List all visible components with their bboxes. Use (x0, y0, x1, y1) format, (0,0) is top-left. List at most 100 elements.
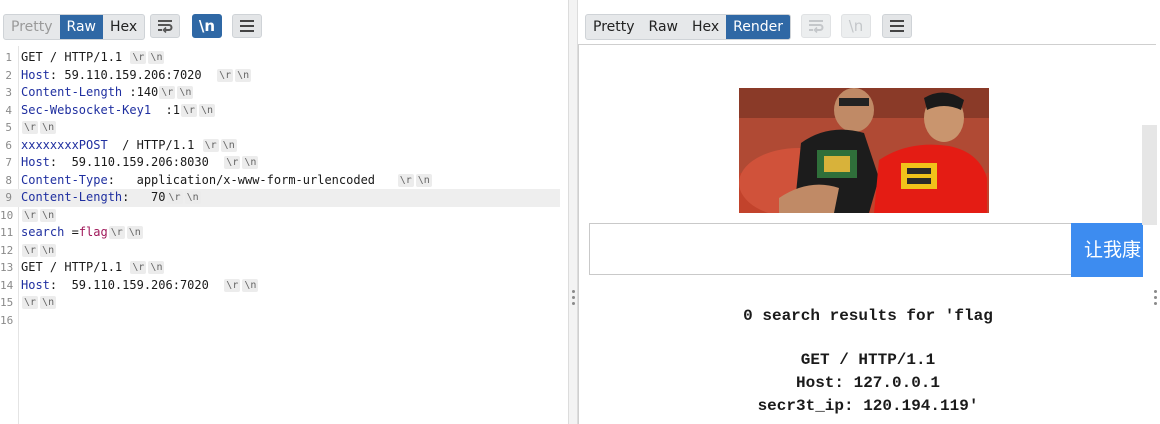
wrap-lines-button[interactable] (801, 14, 831, 38)
line-number: 16 (0, 313, 14, 327)
line-number: 14 (0, 278, 14, 292)
menu-button[interactable] (882, 14, 912, 38)
line-number: 3 (5, 86, 12, 99)
editor-line[interactable]: 10 \r \n (0, 207, 560, 225)
splitter-grip-icon (572, 290, 575, 308)
newline-marker: \n (126, 226, 143, 239)
line-text: \r \n (21, 207, 57, 225)
tab-pretty[interactable]: Pretty (586, 15, 642, 39)
tab-hex[interactable]: Hex (103, 15, 144, 39)
newline-icon: \n (198, 17, 216, 35)
newline-marker: \r (202, 138, 219, 152)
request-toolbar: Pretty Raw Hex \n (0, 0, 568, 48)
line-text: Sec-Websocket-Key1 :1 \r \n (21, 102, 216, 117)
line-number: 15 (0, 296, 14, 309)
editor-line[interactable]: 16 (0, 312, 560, 330)
newline-marker: \n (40, 121, 57, 134)
editor-line[interactable]: 13 GET / HTTP/1.1 \r \n (0, 259, 560, 277)
editor-line[interactable]: 2 Host: 59.110.159.206:7020 \r \n (0, 67, 560, 85)
response-view-tabs: Pretty Raw Hex Render (585, 14, 792, 40)
pane-splitter[interactable] (568, 0, 578, 424)
line-text: GET / HTTP/1.1 \r \n (21, 50, 165, 64)
tab-render[interactable]: Render (726, 15, 791, 39)
render-scrollbar[interactable] (1142, 125, 1157, 225)
menu-button[interactable] (232, 14, 262, 38)
line-number: 5 (5, 121, 12, 134)
line-number: 11 (0, 226, 14, 239)
newline-marker: \n (148, 51, 165, 64)
newline-marker: \r (224, 156, 241, 169)
line-number: 4 (5, 103, 12, 117)
line-text: \r \n (21, 294, 57, 312)
line-number: 6 (5, 138, 12, 152)
editor-line[interactable]: 5 \r \n (0, 119, 560, 137)
tab-raw[interactable]: Raw (59, 15, 103, 39)
editor-line[interactable]: 14 Host: 59.110.159.206:7020 \r \n (0, 277, 560, 295)
line-text: Host: 59.110.159.206:7020 \r \n (21, 67, 252, 82)
tab-pretty[interactable]: Pretty (4, 15, 60, 39)
line-number: 2 (5, 68, 12, 82)
newline-marker: \r (22, 121, 39, 134)
show-newlines-button[interactable]: \n (192, 14, 222, 38)
line-number: 8 (5, 173, 12, 187)
result-heading: 0 search results for 'flag (743, 307, 993, 325)
search-button[interactable]: 让我康 (1071, 223, 1143, 277)
newline-marker: \r (166, 191, 183, 204)
newline-marker: \n (148, 261, 165, 274)
line-text: \r \n (21, 242, 57, 260)
tab-hex[interactable]: Hex (685, 15, 726, 39)
request-view-tabs: Pretty Raw Hex (3, 14, 146, 40)
newline-marker: \r (130, 51, 147, 64)
line-text: \r \n (21, 119, 57, 137)
newline-marker: \n (40, 208, 57, 222)
request-editor[interactable]: 1 GET / HTTP/1.1 \r \n 2 Host: 59.110.159.20… (0, 46, 560, 424)
editor-line[interactable]: 6 xxxxxxxxPOST / HTTP/1.1 \r \n (0, 137, 560, 155)
line-text: Host: 59.110.159.206:8030 \r \n (21, 155, 259, 169)
request-pane: Pretty Raw Hex \n 1 GET / HTTP/1.1 \r \n 2 H (0, 0, 568, 424)
editor-line[interactable]: 15 \r \n (0, 294, 560, 312)
line-number: 12 (0, 243, 14, 257)
resize-grip-icon[interactable] (1154, 290, 1157, 308)
editor-line[interactable]: 3 Content-Length :140 \r \n (0, 84, 560, 102)
rendered-response: 让我康 0 search results for 'flag GET / HTT… (578, 44, 1157, 424)
text-wrap-icon (809, 20, 824, 33)
meme-photo (739, 88, 989, 213)
editor-line[interactable]: 12 \r \n (0, 242, 560, 260)
newline-marker: \r (108, 226, 125, 239)
hamburger-menu-icon (240, 20, 254, 32)
editor-line[interactable]: 8 Content-Type: application/x-www-form-ur… (0, 172, 560, 190)
line-text: Content-Length :140 \r \n (21, 85, 194, 99)
newline-marker: \n (40, 296, 57, 309)
newline-icon: \n (848, 17, 864, 35)
line-text: search =flag \r \n (21, 225, 143, 239)
line-number: 10 (0, 208, 14, 222)
newline-marker: \r (22, 296, 39, 309)
result-line: Host: 127.0.0.1 (795, 374, 941, 392)
editor-line[interactable]: 4 Sec-Websocket-Key1 :1 \r \n (0, 102, 560, 120)
newline-marker: \n (184, 191, 201, 204)
newline-marker: \r (159, 86, 176, 99)
hamburger-menu-icon (890, 20, 904, 32)
line-text: GET / HTTP/1.1 \r \n (21, 260, 165, 274)
tab-raw[interactable]: Raw (642, 15, 685, 39)
editor-line[interactable]: 9 Content-Length: 70 \r \n (0, 189, 560, 207)
line-text: xxxxxxxxPOST / HTTP/1.1 \r \n (21, 137, 237, 152)
line-number: 7 (5, 156, 12, 169)
result-line: GET / HTTP/1.1 (800, 351, 936, 369)
editor-line[interactable]: 11 search =flag \r \n (0, 224, 560, 242)
newline-marker: \n (177, 86, 194, 99)
wrap-lines-button[interactable] (150, 14, 180, 38)
show-newlines-button[interactable]: \n (841, 14, 871, 38)
newline-marker: \r (130, 261, 147, 274)
response-pane: Pretty Raw Hex Render \n 让我康 0 search re… (578, 0, 1160, 424)
newline-marker: \n (235, 68, 252, 82)
search-input[interactable] (589, 223, 1072, 275)
newline-marker: \r (180, 103, 197, 117)
newline-marker: \r (22, 208, 39, 222)
editor-line[interactable]: 7 Host: 59.110.159.206:8030 \r \n (0, 154, 560, 172)
response-toolbar: Pretty Raw Hex Render \n (578, 0, 1160, 48)
newline-marker: \r (217, 68, 234, 82)
line-text: Content-Type: application/x-www-form-url… (21, 172, 432, 187)
editor-line[interactable]: 1 GET / HTTP/1.1 \r \n (0, 49, 560, 67)
text-wrap-icon (158, 20, 173, 33)
